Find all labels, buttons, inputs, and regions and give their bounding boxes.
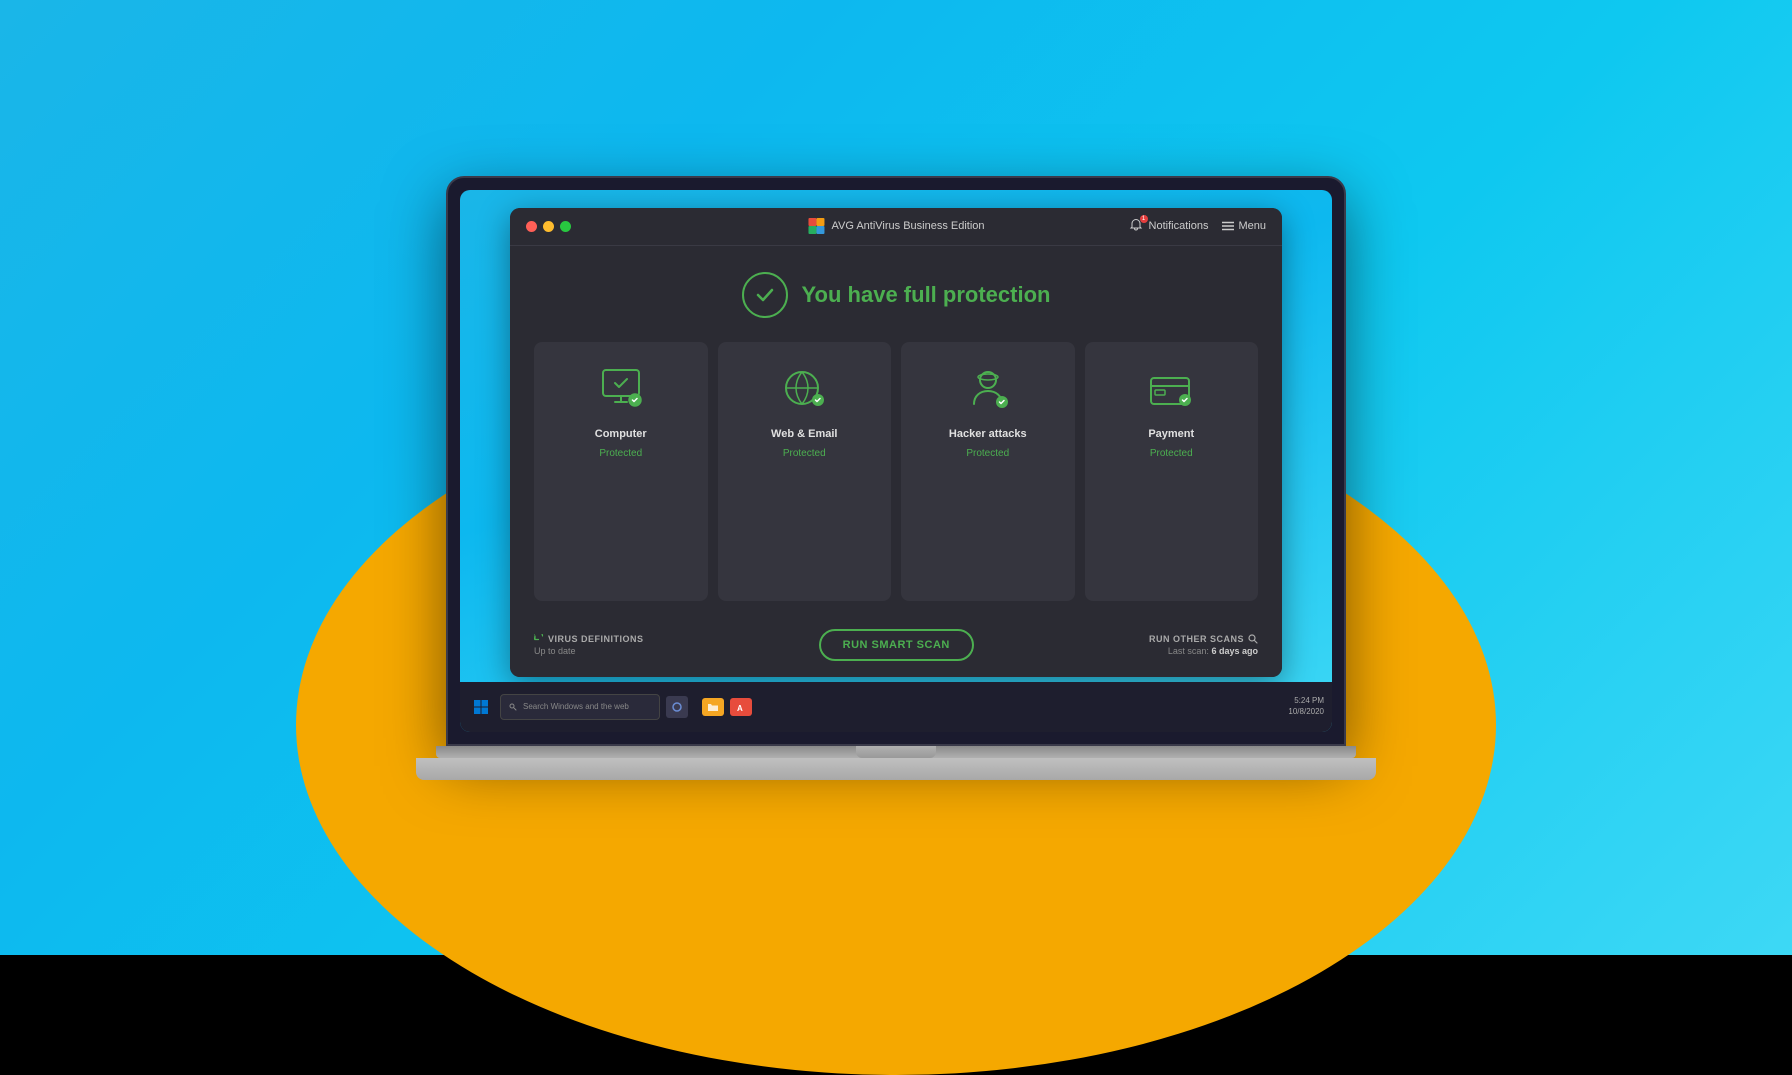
laptop-hinge (436, 746, 1356, 758)
protection-cards-grid: Computer Protected (534, 342, 1258, 601)
payment-card-icon (1141, 360, 1201, 420)
hamburger-icon (1222, 221, 1234, 231)
last-scan-info: Last scan: 6 days ago (1149, 646, 1258, 656)
titlebar-center: AVG AntiVirus Business Edition (807, 217, 984, 235)
taskbar-time-display: 5:24 PM (1288, 696, 1324, 706)
protection-headline: You have full protection (802, 282, 1051, 308)
taskbar-search-icon (509, 703, 517, 711)
checkmark-icon (753, 283, 777, 307)
windows-logo-icon (473, 699, 489, 715)
web-email-card-title: Web & Email (771, 428, 837, 440)
taskbar-pinned-icons: A (702, 698, 752, 716)
virus-def-label: VIRUS DEFINITIONS (548, 634, 644, 644)
minimize-button[interactable] (543, 221, 554, 232)
avg-small-icon: A (735, 702, 747, 712)
taskbar-cortana-icon[interactable] (666, 696, 688, 718)
computer-card-status: Protected (599, 448, 642, 459)
titlebar: AVG AntiVirus Business Edition (510, 208, 1282, 246)
computer-card[interactable]: Computer Protected (534, 342, 708, 601)
search-icon (1248, 634, 1258, 644)
taskbar-search-box[interactable]: Search Windows and the web (500, 694, 660, 720)
taskbar-search-text: Search Windows and the web (523, 702, 629, 711)
payment-card-status: Protected (1150, 448, 1193, 459)
menu-button[interactable]: Menu (1222, 220, 1266, 232)
run-smart-scan-button[interactable]: RUN SMART SCAN (819, 629, 974, 661)
laptop-camera-notch (856, 746, 936, 758)
protection-status: You have full protection (534, 266, 1258, 318)
refresh-icon (534, 634, 544, 644)
notifications-button[interactable]: 1 Notifications (1129, 218, 1209, 234)
hacker-attacks-card[interactable]: Hacker attacks Protected (901, 342, 1075, 601)
folder-icon (707, 702, 719, 712)
maximize-button[interactable] (560, 221, 571, 232)
other-scans: RUN OTHER SCANS Last scan: 6 days ago (1149, 634, 1258, 656)
taskbar-right-area: 5:24 PM 10/8/2020 (1288, 696, 1324, 717)
close-button[interactable] (526, 221, 537, 232)
circle-icon (671, 701, 683, 713)
web-email-card-icon (774, 360, 834, 420)
menu-label: Menu (1238, 220, 1266, 232)
other-scans-label: RUN OTHER SCANS (1149, 634, 1244, 644)
hacker-card-status: Protected (966, 448, 1009, 459)
other-scans-title-row: RUN OTHER SCANS (1149, 634, 1258, 644)
app-content: You have full protection (510, 246, 1282, 677)
laptop-base (416, 758, 1376, 780)
laptop-wrapper: AVG AntiVirus Business Edition (446, 176, 1346, 780)
taskbar-date-display: 10/8/2020 (1288, 707, 1324, 717)
scene: AVG AntiVirus Business Edition (0, 0, 1792, 955)
computer-card-icon (591, 360, 651, 420)
avg-app-window: AVG AntiVirus Business Edition (510, 208, 1282, 677)
payment-card-title: Payment (1148, 428, 1194, 440)
hacker-card-icon (958, 360, 1018, 420)
protection-check-circle (742, 272, 788, 318)
file-explorer-icon[interactable] (702, 698, 724, 716)
notification-badge: 1 (1140, 215, 1148, 223)
computer-card-title: Computer (595, 428, 647, 440)
web-email-card-status: Protected (783, 448, 826, 459)
laptop-screen-outer: AVG AntiVirus Business Edition (446, 176, 1346, 746)
app-title: AVG AntiVirus Business Edition (831, 220, 984, 232)
windows-start-button[interactable] (468, 694, 494, 720)
titlebar-right-controls: 1 Notifications (1129, 218, 1266, 234)
svg-text:A: A (737, 704, 743, 712)
virus-def-status: Up to date (534, 646, 644, 656)
windows-taskbar: Search Windows and the web (460, 682, 1332, 732)
traffic-lights (526, 221, 571, 232)
bottom-bar: VIRUS DEFINITIONS Up to date RUN SMART S… (534, 619, 1258, 661)
laptop-screen-inner: AVG AntiVirus Business Edition (460, 190, 1332, 732)
web-email-card[interactable]: Web & Email Protected (718, 342, 892, 601)
taskbar-clock: 5:24 PM 10/8/2020 (1288, 696, 1324, 717)
virus-definitions: VIRUS DEFINITIONS Up to date (534, 634, 644, 656)
hacker-card-title: Hacker attacks (949, 428, 1027, 440)
avg-taskbar-icon[interactable]: A (730, 698, 752, 716)
bell-icon: 1 (1129, 218, 1145, 234)
notifications-label: Notifications (1149, 220, 1209, 232)
payment-card[interactable]: Payment Protected (1085, 342, 1259, 601)
avg-logo-icon (807, 217, 825, 235)
virus-def-title-row: VIRUS DEFINITIONS (534, 634, 644, 644)
